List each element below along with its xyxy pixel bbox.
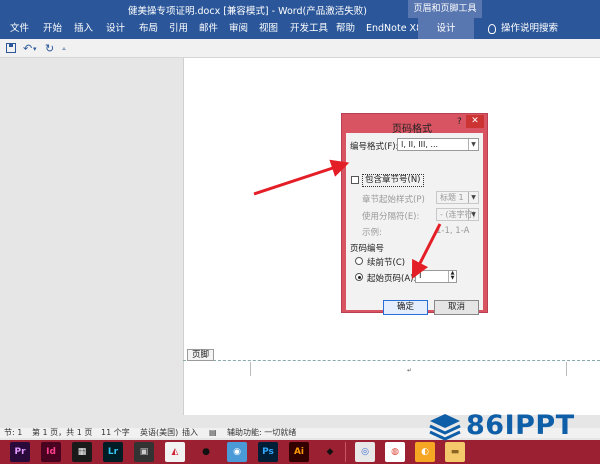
tab-view[interactable]: 视图	[259, 18, 278, 39]
film-icon[interactable]: ▦	[72, 442, 92, 462]
tab-file[interactable]: 文件	[10, 18, 29, 39]
spinner-arrows-icon[interactable]: ▲ ▼	[448, 271, 456, 282]
pdf-icon[interactable]: ◭	[165, 442, 185, 462]
tab-insert[interactable]: 插入	[74, 18, 93, 39]
tab-help[interactable]: 帮助	[336, 18, 355, 39]
example-value: 1-1, 1-A	[436, 226, 470, 236]
illustrator-icon[interactable]: Ai	[289, 442, 309, 462]
tab-review[interactable]: 审阅	[229, 18, 248, 39]
cube-icon[interactable]: ◆	[320, 442, 340, 462]
status-language[interactable]: 英语(美国)	[140, 428, 178, 438]
tab-layout[interactable]: 布局	[139, 18, 158, 39]
indesign-icon[interactable]: Id	[41, 442, 61, 462]
start-at-radio[interactable]	[355, 273, 363, 281]
number-format-label: 编号格式(F):	[350, 142, 399, 152]
save-icon[interactable]	[6, 43, 16, 53]
premiere-icon[interactable]: Pr	[10, 442, 30, 462]
include-chapter-checkbox[interactable]	[351, 176, 359, 184]
undo-icon[interactable]: ↶	[23, 41, 32, 56]
chrome-icon[interactable]: ◍	[385, 442, 405, 462]
tab-mailings[interactable]: 邮件	[199, 18, 218, 39]
include-chapter-label[interactable]: 包含章节号(N)	[362, 174, 424, 187]
status-page[interactable]: 第 1 页，共 1 页	[32, 428, 92, 438]
lightbulb-icon	[488, 23, 496, 34]
page-number-format-dialog: 页码格式 ? ✕ 编号格式(F): I, II, III, ... ▼ 包含章节…	[341, 113, 488, 315]
context-tab-group-label: 页眉和页脚工具	[408, 0, 482, 18]
page-numbering-label: 页码编号	[350, 244, 385, 254]
app-icon[interactable]: ▣	[134, 442, 154, 462]
start-at-value: I	[419, 271, 422, 281]
chevron-down-icon: ▼	[468, 209, 478, 220]
status-insert-mode[interactable]: 插入	[182, 428, 198, 438]
redo-icon[interactable]: ↻	[45, 41, 54, 56]
tell-me-label: 操作说明搜索	[501, 23, 559, 34]
customize-icon[interactable]: ⩡	[62, 42, 66, 57]
browser-icon[interactable]: ◎	[355, 442, 375, 462]
title-bar: 健美操专项证明.docx [兼容模式] - Word(产品激活失败) 页眉和页脚…	[0, 0, 600, 18]
chevron-down-icon: ▼	[468, 192, 478, 203]
folder-icon[interactable]: ▬	[445, 442, 465, 462]
tab-developer[interactable]: 开发工具	[290, 18, 328, 39]
continue-label: 续前节(C)	[367, 258, 406, 268]
cancel-button[interactable]: 取消	[434, 300, 479, 315]
qq-icon[interactable]: ●	[196, 442, 216, 462]
close-icon[interactable]: ✕	[466, 115, 484, 128]
chapter-style-select[interactable]: 标题 1 ▼	[436, 191, 479, 204]
macro-icon: ▤	[209, 428, 217, 437]
footer-tag: 页脚	[187, 349, 215, 361]
separator-select[interactable]: - (连字符) ▼	[436, 208, 479, 221]
chevron-down-icon: ▼	[468, 139, 478, 150]
footer-cursor-mark: ↵	[407, 367, 413, 374]
footer-tab-marker	[250, 362, 251, 376]
separator-label: 使用分隔符(E):	[362, 212, 420, 222]
footer-boundary	[183, 360, 600, 361]
dialog-body: 编号格式(F): I, II, III, ... ▼ 包含章节号(N) 章节起始…	[346, 133, 483, 315]
watermark-text: 86IPPT	[466, 410, 575, 441]
chapter-style-label: 章节起始样式(P)	[362, 195, 425, 205]
tab-references[interactable]: 引用	[169, 18, 188, 39]
continue-radio[interactable]	[355, 257, 363, 265]
footer-tab-marker	[566, 362, 567, 376]
tab-header-footer-design[interactable]: 设计	[418, 18, 474, 39]
chat-icon[interactable]: ◉	[227, 442, 247, 462]
number-format-select[interactable]: I, II, III, ... ▼	[397, 138, 479, 151]
ribbon-tab-bar: 文件 开始 插入 设计 布局 引用 邮件 审阅 视图 开发工具 帮助 EndNo…	[0, 18, 600, 39]
number-format-value: I, II, III, ...	[401, 140, 439, 149]
tab-design[interactable]: 设计	[106, 18, 125, 39]
tab-endnote[interactable]: EndNote X8	[366, 18, 422, 39]
layers-logo-icon	[429, 414, 461, 441]
taskbar-separator	[345, 442, 346, 462]
help-button[interactable]: ?	[457, 117, 462, 127]
undo-dropdown-icon[interactable]: ▾	[33, 42, 37, 57]
watermark: 86IPPT	[428, 410, 600, 444]
start-at-spinner[interactable]: I ▲ ▼	[415, 270, 457, 283]
window-title: 健美操专项证明.docx [兼容模式] - Word(产品激活失败)	[128, 6, 367, 17]
example-label: 示例:	[362, 228, 382, 238]
ok-button[interactable]: 确定	[383, 300, 428, 315]
quick-access-toolbar: ↶ ▾ ↻ ⩡	[0, 39, 600, 58]
lightroom-icon[interactable]: Lr	[103, 442, 123, 462]
status-section: 节: 1	[4, 428, 23, 437]
start-at-label: 起始页码(A):	[367, 274, 417, 284]
chapter-style-value: 标题 1	[440, 193, 464, 202]
tab-home[interactable]: 开始	[43, 18, 62, 39]
fox-icon[interactable]: ◐	[415, 442, 435, 462]
photoshop-icon[interactable]: Ps	[258, 442, 278, 462]
tell-me-search[interactable]: 操作说明搜索	[488, 18, 558, 39]
status-accessibility[interactable]: 辅助功能: 一切就绪	[227, 428, 296, 438]
status-word-count[interactable]: 11 个字	[101, 428, 130, 438]
